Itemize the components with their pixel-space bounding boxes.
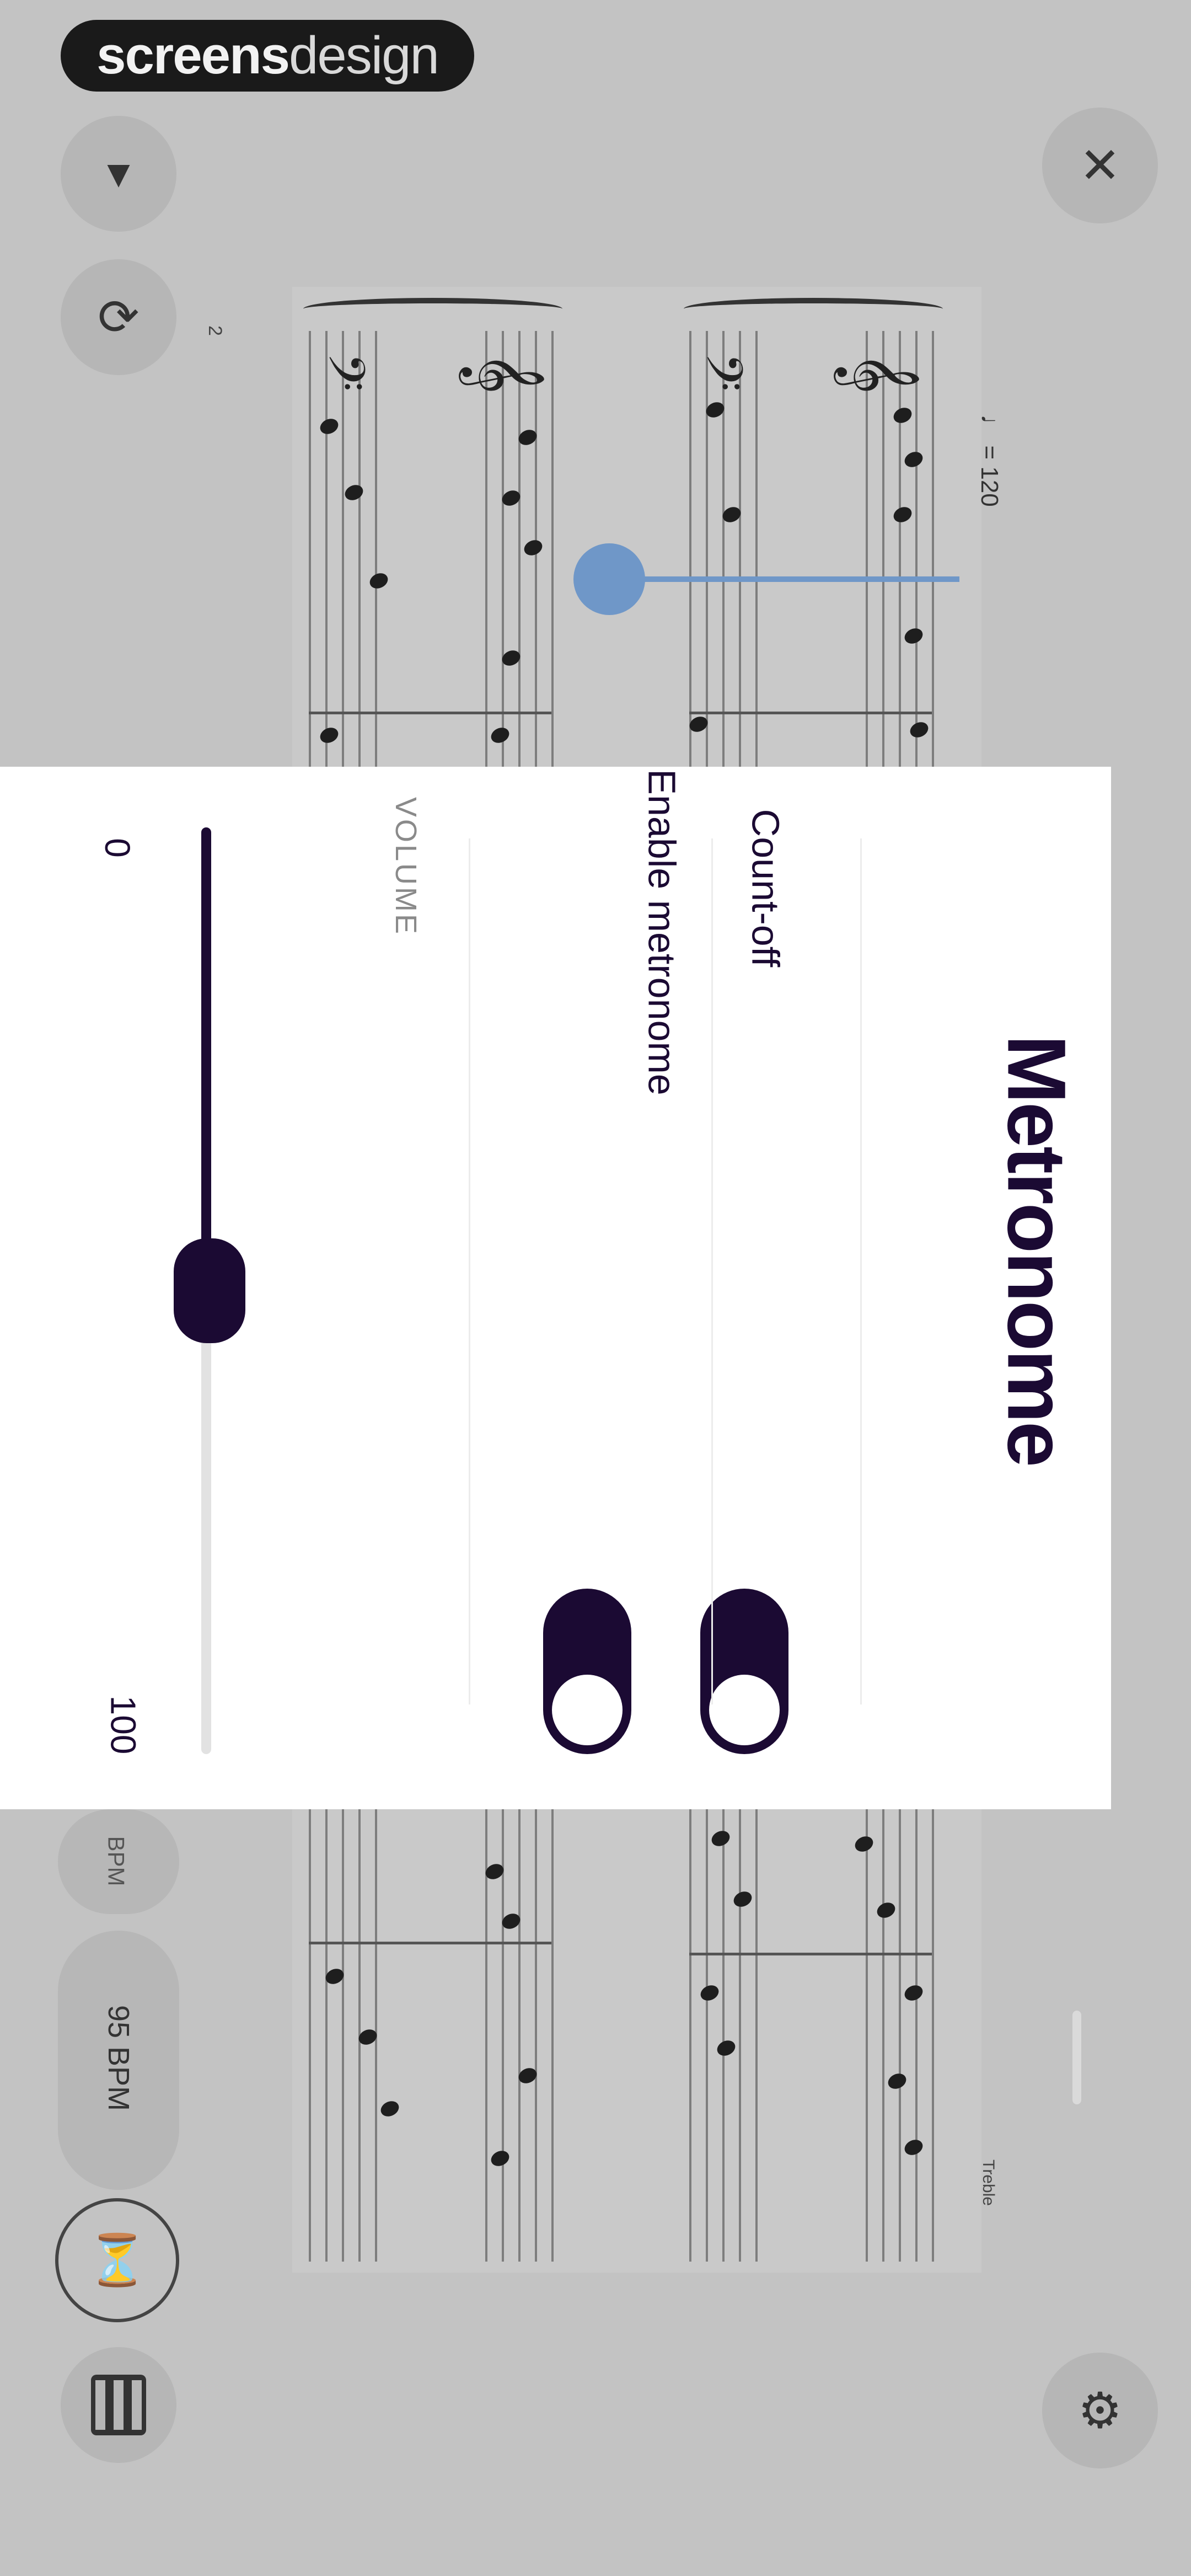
treble-clef-icon: 𝄞 <box>464 352 545 394</box>
loop-button[interactable]: ⟳ <box>61 259 176 375</box>
brand-logo: screens design <box>61 20 474 92</box>
playhead-handle[interactable] <box>573 543 645 615</box>
settings-button[interactable]: ⚙ <box>1042 2353 1158 2468</box>
count-off-toggle[interactable] <box>700 1589 788 1754</box>
volume-slider-fill <box>201 827 211 1291</box>
metronome-button[interactable]: ⏳ <box>55 2198 179 2322</box>
close-button[interactable]: ✕ <box>1042 108 1158 223</box>
toggle-knob <box>706 1671 783 1749</box>
metronome-icon: ⏳ <box>86 2233 148 2288</box>
piano-button[interactable] <box>61 2347 176 2463</box>
bass-clef-icon: 𝄢 <box>305 352 374 392</box>
measure-number: 2 <box>204 325 226 336</box>
dropdown-button[interactable]: ▼ <box>61 116 176 232</box>
refresh-icon: ⟳ <box>98 290 140 345</box>
metronome-modal: Metronome Count-off Enable metronome VOL… <box>0 767 1111 2104</box>
brand-part-2: design <box>289 26 439 85</box>
triangle-down-icon: ▼ <box>99 152 138 195</box>
modal-title: Metronome <box>990 1034 1083 1466</box>
bass-clef-icon: 𝄢 <box>683 352 752 392</box>
volume-slider-thumb[interactable] <box>174 1238 245 1343</box>
bpm-partial-label: BPM <box>103 1836 130 1886</box>
bpm-partial-chip[interactable]: BPM <box>58 1809 179 1914</box>
bpm-label: 95 BPM <box>102 2005 135 2112</box>
enable-metronome-label: Enable metronome <box>640 769 684 1095</box>
instrument-label: Treble <box>979 2160 997 2206</box>
bpm-button[interactable]: 95 BPM <box>58 1931 179 2190</box>
tempo-marking: ♩ = 120 <box>975 414 1003 507</box>
toggle-knob <box>549 1671 626 1749</box>
gear-icon: ⚙ <box>1077 2383 1123 2439</box>
brand-part-1: screens <box>96 26 290 85</box>
volume-max-label: 100 <box>103 1695 143 1755</box>
treble-clef-icon: 𝄞 <box>839 352 920 394</box>
volume-min-label: 0 <box>97 838 137 858</box>
volume-label: VOLUME <box>389 797 423 937</box>
piano-icon <box>61 2347 176 2463</box>
close-icon: ✕ <box>1079 138 1121 194</box>
enable-metronome-toggle[interactable] <box>543 1589 631 1754</box>
drag-handle[interactable] <box>1072 2011 1081 2104</box>
count-off-label: Count-off <box>744 809 787 968</box>
